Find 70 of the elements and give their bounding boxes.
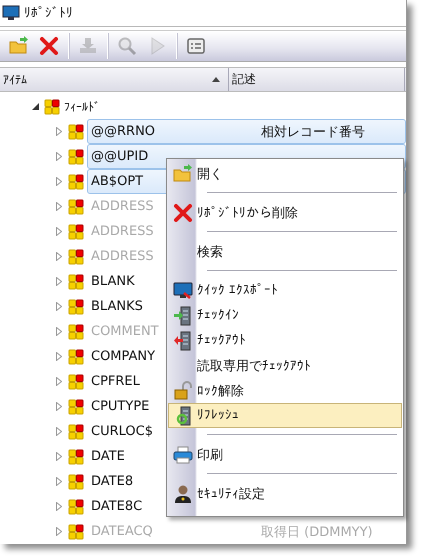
person-icon [173,484,193,504]
menu-item[interactable]: ﾘﾌﾚｯｼｭ [168,403,402,428]
expand-triangle-icon[interactable] [56,402,62,411]
expand-triangle-icon[interactable] [56,277,62,286]
expand-triangle-icon[interactable] [56,452,62,461]
field-icon [68,348,84,364]
field-description: 相対レコード番号 [261,124,365,140]
field-name: @@UPID [91,149,148,164]
field-icon [68,174,84,190]
expand-triangle-icon[interactable] [56,302,62,311]
expand-triangle-icon[interactable] [56,502,62,511]
open-padlock-icon [173,380,193,400]
menu-item[interactable]: 読取専用でﾁｪｯｸｱｳﾄ [168,353,402,378]
menu-item[interactable]: ｸｲｯｸ ｴｸｽﾎﾟｰﾄ [168,278,402,303]
field-name: ADDRESS [91,224,154,239]
folder-arrow-icon [173,164,193,184]
field-icon [68,198,84,214]
field-icon [68,224,84,240]
search-icon [117,36,137,56]
server-arrow-icon [173,330,193,350]
field-icon [68,498,84,514]
server-arrow-icon [173,306,193,326]
download-tray-icon [78,36,98,56]
field-icon [68,298,84,314]
expand-triangle-icon[interactable] [56,377,62,386]
menu-item[interactable]: 印刷 [168,442,402,467]
expand-triangle-icon[interactable] [56,427,62,436]
field-name: @@RRNO [91,124,156,139]
monitor-arrow-icon [173,280,193,300]
menu-item[interactable]: ﾛｯｸ解除 [168,378,402,403]
field-icon [68,248,84,264]
expand-triangle-icon[interactable] [56,177,62,186]
printer-icon [173,444,193,464]
collapse-triangle-icon[interactable] [32,103,38,110]
expand-triangle-icon[interactable] [56,477,62,486]
menu-item[interactable]: ﾁｪｯｸｱｳﾄ [168,328,402,353]
menu-item[interactable]: ﾘﾎﾟｼﾞﾄﾘから削除 [168,200,402,225]
delete-icon [173,202,193,222]
monitor-icon [2,5,20,21]
field-icon [68,124,84,140]
field-icon [44,98,60,114]
expand-triangle-icon[interactable] [56,152,62,161]
tree-node-label[interactable]: ﾌｨｰﾙﾄﾞ [64,100,100,114]
field-icon [68,324,84,340]
menu-item[interactable]: ｾｷｭﾘﾃｨ設定 [168,481,402,506]
field-name: DATEACQ [91,524,153,539]
field-icon [68,148,84,164]
field-icon [68,374,84,390]
column-header[interactable]: 記述 [229,68,405,91]
field-description: 取得日 (DDMMYY) [261,524,373,540]
form-icon [186,36,206,56]
expand-triangle-icon[interactable] [56,127,62,136]
field-icon [68,274,84,290]
menu-item[interactable]: 検索 [168,239,402,264]
window-title: ﾘﾎﾟｼﾞﾄﾘ [24,6,73,20]
folder-arrow-icon [9,36,29,56]
column-header[interactable]: ｱｲﾃﾑ [0,68,229,91]
expand-triangle-icon[interactable] [56,352,62,361]
field-icon [68,448,84,464]
field-name: CURLOC$ [91,424,153,439]
field-icon [68,474,84,490]
field-name: AB$OPT [91,174,144,189]
column-label: ｱｲﾃﾑ [3,72,27,86]
field-icon [68,398,84,414]
menu-item[interactable]: ﾁｪｯｸｲﾝ [168,303,402,328]
field-icon [68,524,84,540]
field-icon [68,424,84,440]
selected-row[interactable]: @@RRNO 相対レコード番号 [87,119,406,144]
column-label: 記述 [232,71,256,88]
delete-icon [39,36,59,56]
